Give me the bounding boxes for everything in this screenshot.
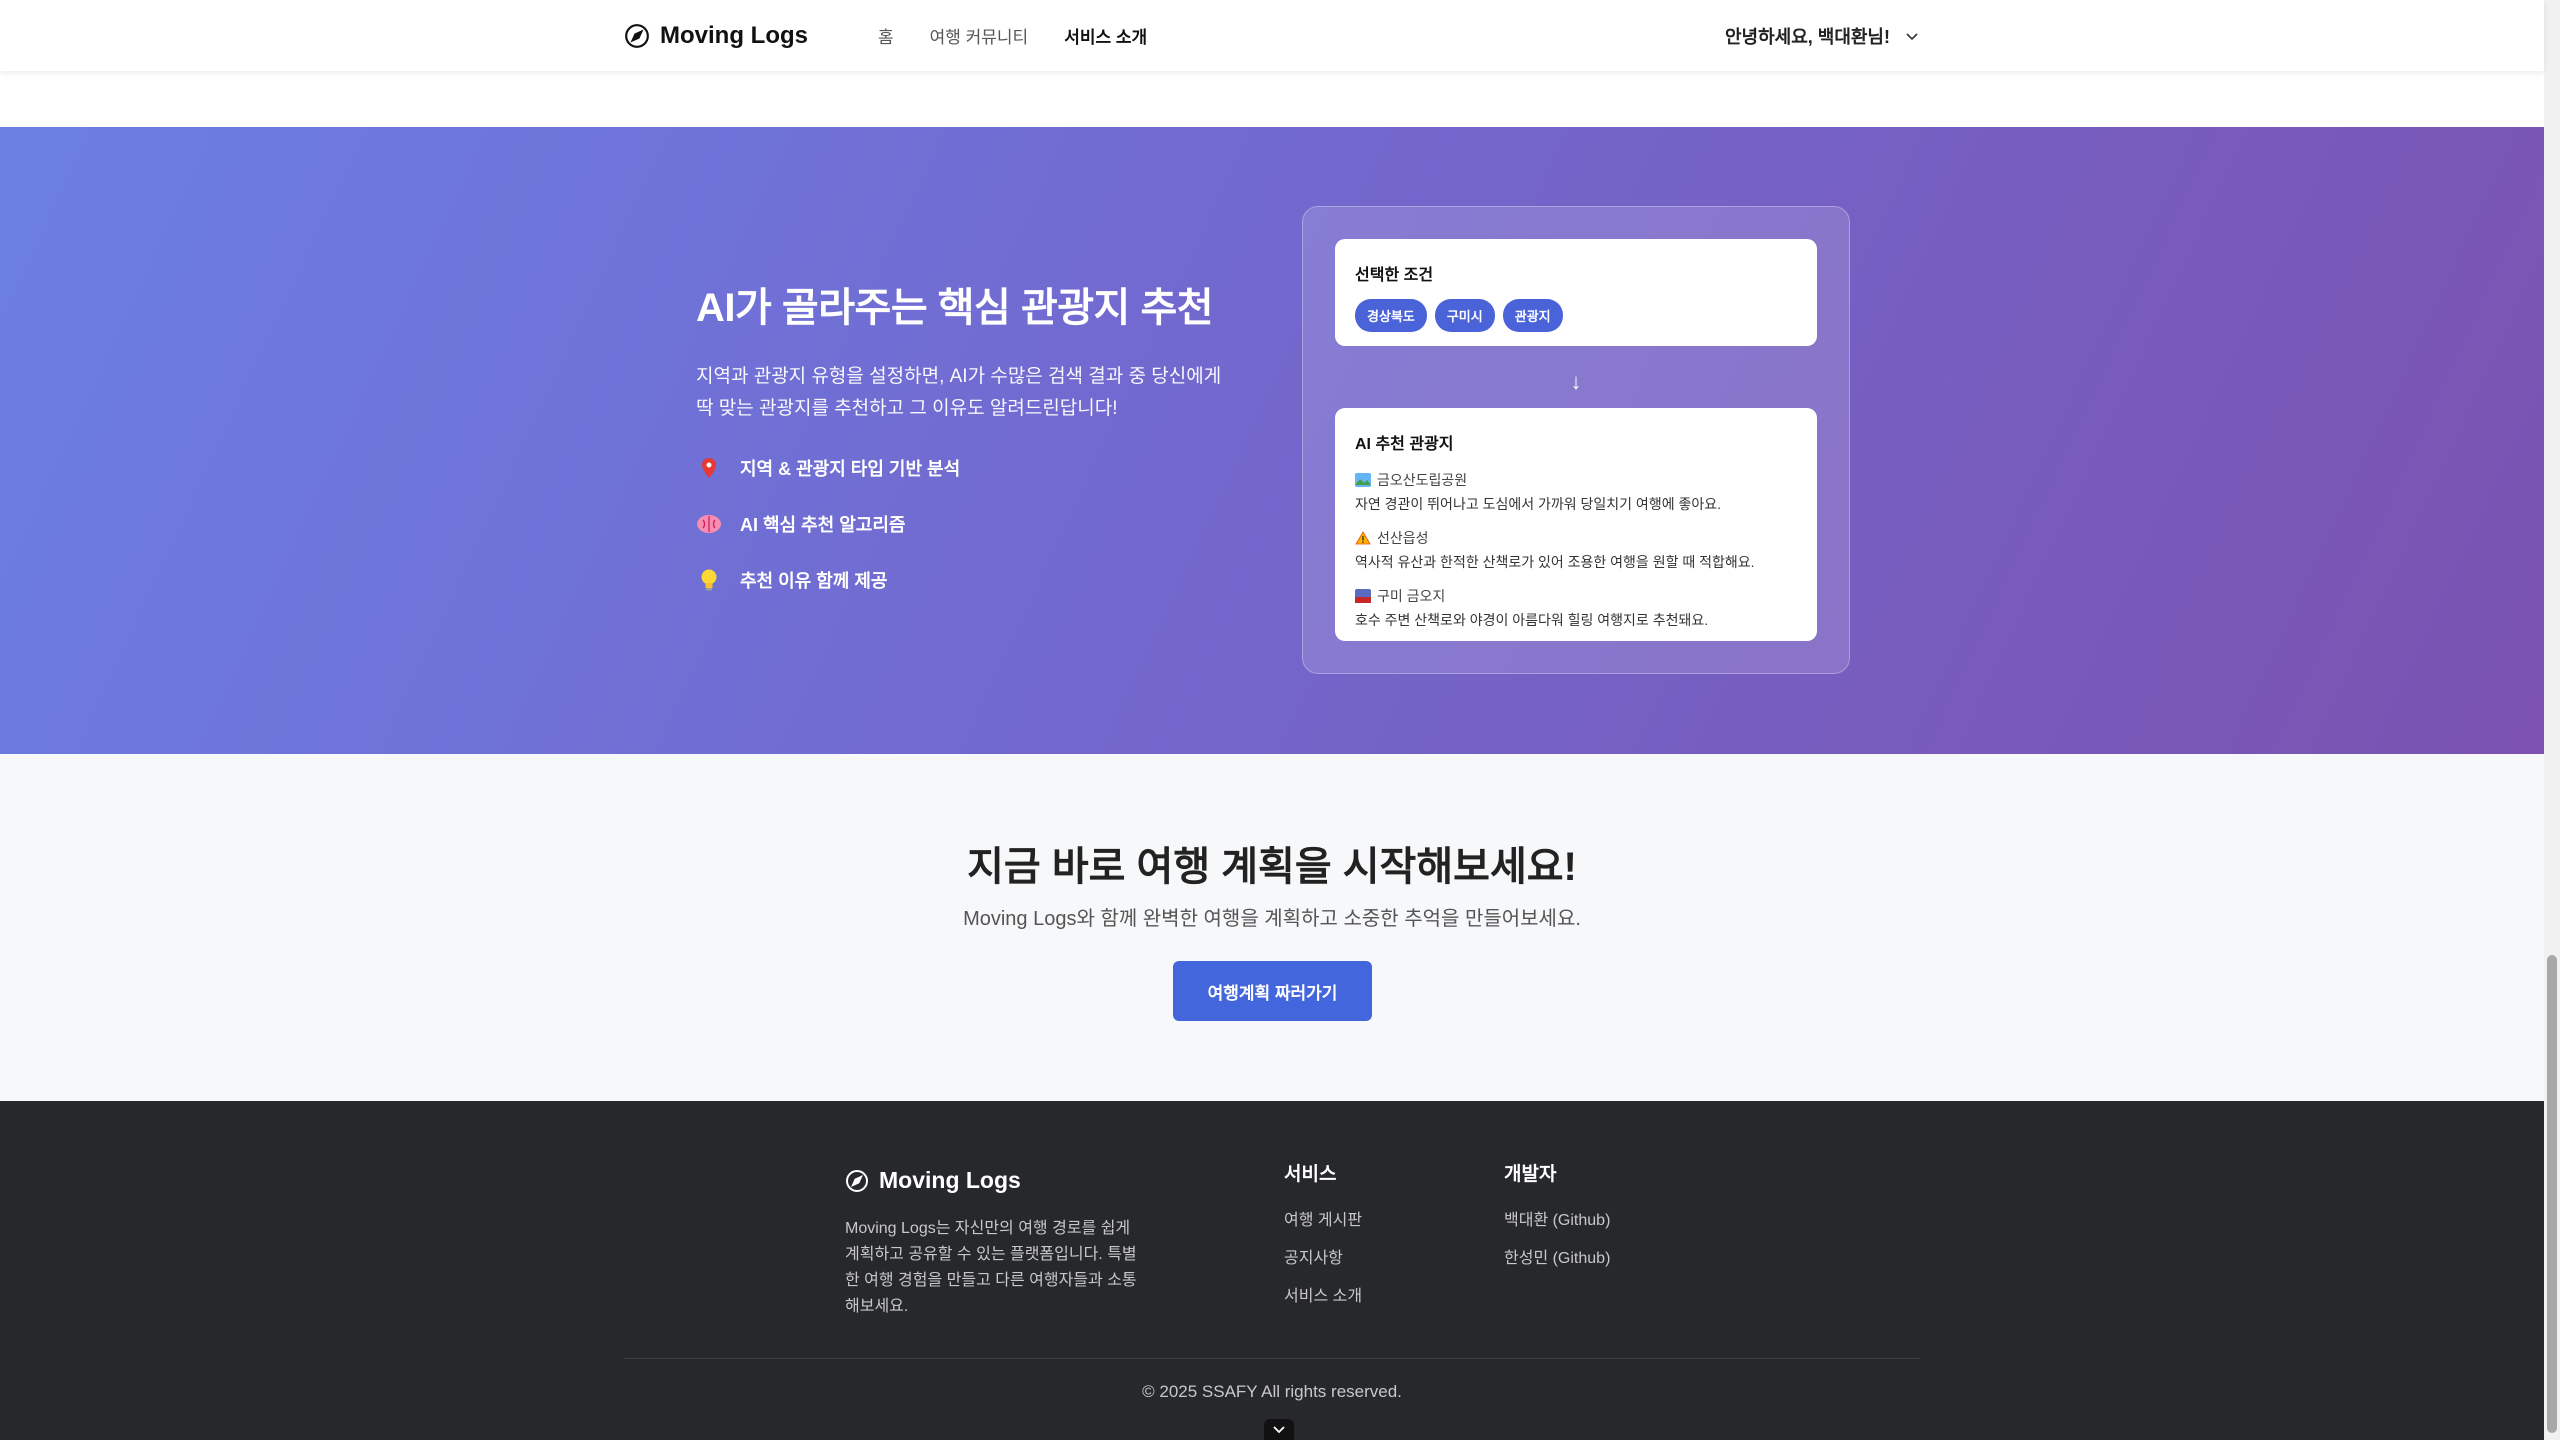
scroll-toggle-button[interactable] (1264, 1419, 1294, 1440)
logo[interactable]: Moving Logs (624, 22, 808, 50)
brain-icon (696, 511, 722, 537)
copyright: © 2025 SSAFY All rights reserved. (1142, 1382, 1402, 1401)
recommendation-name: 구미 금오지 (1377, 588, 1446, 604)
footer-logo[interactable]: Moving Logs (845, 1167, 1145, 1194)
recommendation-desc: 자연 경관이 뛰어나고 도심에서 가까워 당일치기 여행에 좋아요. (1355, 496, 1721, 512)
cta-title: 지금 바로 여행 계획을 시작해보세요! (967, 845, 1577, 889)
condition-tag: 구미시 (1434, 299, 1495, 332)
hero-title: AI가 골라주는 핵심 관광지 추천 (696, 286, 1214, 330)
chevron-down-icon (1273, 1425, 1285, 1433)
feature-item: AI 핵심 추천 알고리즘 (696, 511, 1256, 537)
hero-text: AI가 골라주는 핵심 관광지 추천 지역과 관광지 유형을 설정하면, AI가… (696, 275, 1256, 593)
footer-description: Moving Logs는 자신만의 여행 경로를 쉽게 계획하고 공유할 수 있… (845, 1220, 1137, 1315)
footer-services-title: 서비스 (1284, 1164, 1337, 1185)
lake-icon (1355, 589, 1371, 603)
recommendation-desc: 역사적 유산과 한적한 산책로가 있어 조용한 여행을 원할 때 적합해요. (1355, 554, 1755, 570)
hero-desc-line: 딱 맞는 관광지를 추천하고 그 이유도 알려드린답니다! (696, 398, 1118, 419)
recommendation-item: 구미 금오지 호수 주변 산책로와 야경이 아름다워 힐링 여행지로 추천돼요. (1355, 586, 1797, 630)
feature-label: 지역 & 관광지 타입 기반 분석 (740, 459, 961, 479)
compass-icon (625, 23, 649, 48)
logo-text: Moving Logs (660, 21, 808, 49)
recommendation-name: 선산읍성 (1377, 530, 1429, 546)
cta-subtitle: Moving Logs와 함께 완벽한 여행을 계획하고 소중한 추억을 만들어… (963, 908, 1581, 930)
conditions-title: 선택한 조건 (1355, 267, 1434, 284)
feature-item: 추천 이유 함께 제공 (696, 567, 1256, 593)
recommendation-demo-panel: 선택한 조건 경상북도 구미시 관광지 ↓ AI 추천 관광지 금오산도립공원 … (1302, 206, 1850, 674)
footer-developers-title: 개발자 (1504, 1164, 1557, 1185)
user-menu[interactable]: 안녕하세요, 백대환님! (1725, 23, 1920, 49)
scrollbar-thumb[interactable] (2547, 955, 2557, 1433)
footer-link-board[interactable]: 여행 게시판 (1284, 1206, 1362, 1230)
hero-description: 지역과 관광지 유형을 설정하면, AI가 수많은 검색 결과 중 당신에게 딱… (696, 361, 1256, 425)
recommendation-name: 금오산도립공원 (1377, 472, 1468, 488)
down-arrow-icon: ↓ (1570, 369, 1582, 394)
condition-tag: 경상북도 (1355, 299, 1427, 332)
nav-service-intro[interactable]: 서비스 소개 (1064, 23, 1147, 48)
chevron-down-icon (1906, 32, 1918, 40)
main-nav: 홈 여행 커뮤니티 서비스 소개 (878, 23, 1147, 48)
condition-tags: 경상북도 구미시 관광지 (1355, 299, 1797, 332)
user-greeting: 안녕하세요, 백대환님! (1724, 26, 1890, 47)
footer-brand: Moving Logs Moving Logs는 자신만의 여행 경로를 쉽게 … (845, 1167, 1145, 1320)
top-nav-bar: Moving Logs 홈 여행 커뮤니티 서비스 소개 안녕하세요, 백대환님… (0, 0, 2544, 71)
feature-item: 지역 & 관광지 타입 기반 분석 (696, 455, 1256, 481)
feature-label: AI 핵심 추천 알고리즘 (740, 515, 906, 535)
recommendation-item: 선산읍성 역사적 유산과 한적한 산책로가 있어 조용한 여행을 원할 때 적합… (1355, 528, 1797, 572)
recommendation-item: 금오산도립공원 자연 경관이 뛰어나고 도심에서 가까워 당일치기 여행에 좋아… (1355, 470, 1797, 514)
selected-conditions-card: 선택한 조건 경상북도 구미시 관광지 (1335, 239, 1817, 346)
pin-icon (696, 455, 722, 481)
footer-link-intro[interactable]: 서비스 소개 (1284, 1282, 1362, 1306)
feature-label: 추천 이유 함께 제공 (740, 571, 888, 591)
condition-tag: 관광지 (1502, 299, 1563, 332)
hero-desc-line: 지역과 관광지 유형을 설정하면, AI가 수많은 검색 결과 중 당신에게 (696, 366, 1222, 387)
ai-recommendations-card: AI 추천 관광지 금오산도립공원 자연 경관이 뛰어나고 도심에서 가까워 당… (1335, 408, 1817, 641)
footer-divider (624, 1358, 1920, 1359)
footer-link-notice[interactable]: 공지사항 (1284, 1244, 1362, 1268)
ai-recommend-section: AI가 골라주는 핵심 관광지 추천 지역과 관광지 유형을 설정하면, AI가… (0, 127, 2544, 754)
feature-list: 지역 & 관광지 타입 기반 분석 AI 핵심 추천 알고리즘 추천 이유 함께… (696, 455, 1256, 593)
cta-section: 지금 바로 여행 계획을 시작해보세요! Moving Logs와 함께 완벽한… (0, 754, 2544, 1101)
footer: Moving Logs Moving Logs는 자신만의 여행 경로를 쉽게 … (0, 1101, 2544, 1440)
nav-community[interactable]: 여행 커뮤니티 (930, 23, 1029, 48)
footer-developers: 개발자 백대환 (Github) 한성민 (Github) (1504, 1159, 1610, 1282)
footer-link-dev2-github[interactable]: 한성민 (Github) (1504, 1244, 1610, 1268)
compass-icon (846, 1169, 868, 1192)
recommendations-title: AI 추천 관광지 (1355, 436, 1454, 453)
lightbulb-icon (696, 567, 722, 593)
nav-home[interactable]: 홈 (878, 23, 894, 48)
footer-logo-text: Moving Logs (879, 1167, 1021, 1193)
warning-icon (1355, 531, 1371, 545)
page-scrollbar[interactable] (2544, 0, 2560, 1440)
landscape-icon (1355, 473, 1371, 487)
plan-trip-button[interactable]: 여행계획 짜러가기 (1173, 961, 1372, 1021)
recommendation-desc: 호수 주변 산책로와 야경이 아름다워 힐링 여행지로 추천돼요. (1355, 612, 1709, 628)
footer-services: 서비스 여행 게시판 공지사항 서비스 소개 (1284, 1159, 1362, 1320)
section-spacer (0, 71, 2544, 127)
footer-link-dev1-github[interactable]: 백대환 (Github) (1504, 1206, 1610, 1230)
